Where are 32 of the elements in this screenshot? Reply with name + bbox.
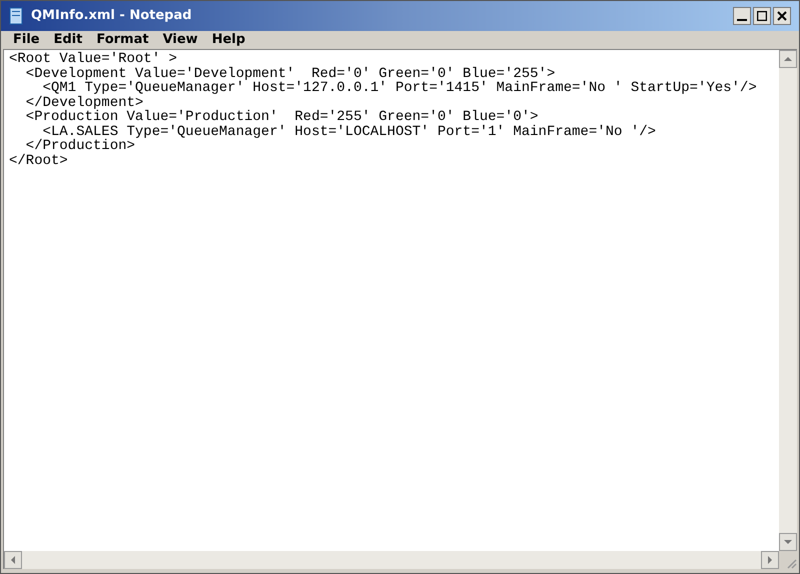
code-line: </Production> xyxy=(26,139,136,154)
code-line: </Root> xyxy=(9,154,69,168)
minimize-icon xyxy=(737,19,747,21)
right-arrow-icon xyxy=(768,556,772,564)
code-line: <LA.SALES Type='QueueManager' Host='LOCALHOST' Port='1' MainFrame='No '/> xyxy=(42,124,657,139)
menu-item[interactable]: Edit xyxy=(48,30,88,50)
code-line: <Production Value='Production' Red='255' Green='0' Blue='0'> xyxy=(24,110,538,124)
down-arrow-icon xyxy=(784,540,792,544)
close-button[interactable] xyxy=(773,7,791,25)
maximize-button[interactable] xyxy=(753,7,771,25)
vertical-scrollbar[interactable] xyxy=(779,50,797,551)
scroll-right-button[interactable] xyxy=(761,551,779,569)
scroll-down-button[interactable] xyxy=(779,533,797,551)
code-line: <QM1 Type='QueueManager' Host='127.0.0.1' Port='1415' MainFrame='No ' StartUp='Yes'/> xyxy=(42,81,758,96)
menu-item[interactable]: View xyxy=(156,30,204,50)
code-line: </Development> xyxy=(24,96,144,110)
menu-item[interactable]: Help xyxy=(206,30,252,50)
window-title: QMInfo.xml - Notepad xyxy=(31,7,192,26)
maximize-icon xyxy=(757,11,767,21)
code-line: <Development Value='Development' Red='0' Green='0' Blue='255'> xyxy=(24,66,556,81)
resize-grip-icon[interactable] xyxy=(785,557,797,569)
notepad-icon xyxy=(9,7,23,25)
left-arrow-icon xyxy=(11,556,15,564)
menu-item[interactable]: File xyxy=(7,30,46,50)
code-line: <Root Value='Root' > xyxy=(9,52,178,66)
close-icon xyxy=(777,11,787,21)
scroll-left-button[interactable] xyxy=(4,551,22,569)
up-arrow-icon xyxy=(784,57,792,61)
horizontal-scrollbar[interactable] xyxy=(4,551,779,569)
minimize-button[interactable] xyxy=(733,7,751,25)
scroll-up-button[interactable] xyxy=(779,50,797,68)
menu-item[interactable]: Format xyxy=(90,30,155,50)
